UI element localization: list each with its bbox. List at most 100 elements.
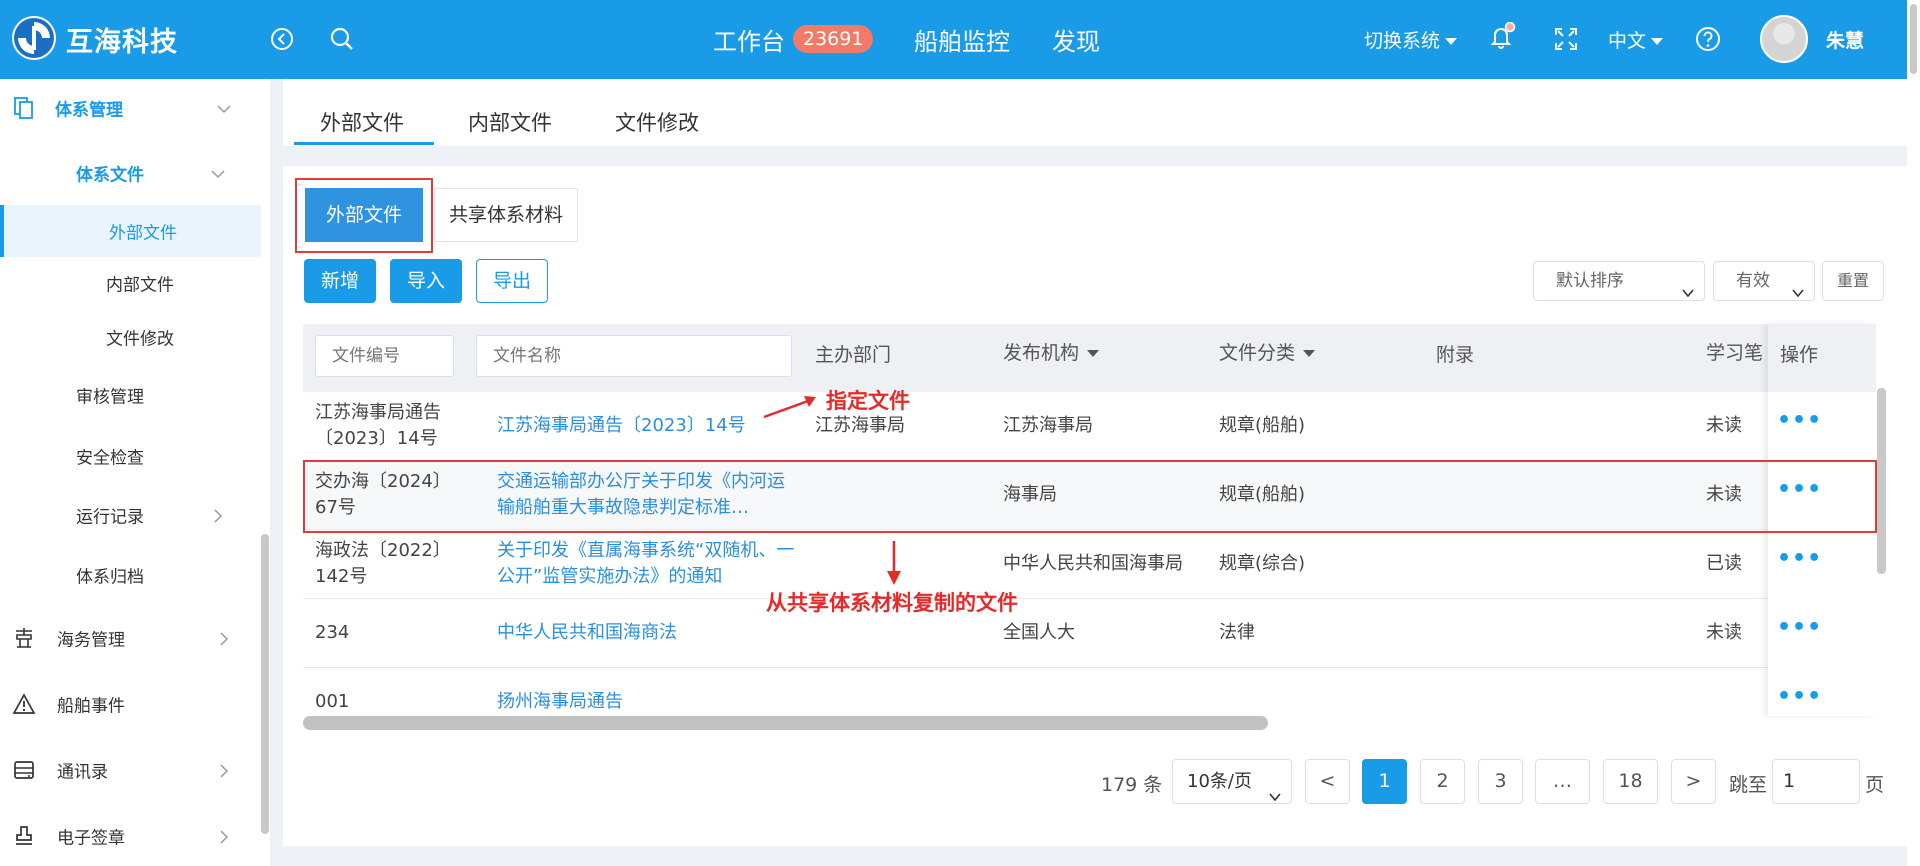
- next-page-button[interactable]: >: [1671, 759, 1716, 804]
- page-size-value: 10条/页: [1187, 771, 1252, 792]
- more-actions-icon[interactable]: •••: [1777, 408, 1822, 433]
- more-actions-icon[interactable]: •••: [1777, 546, 1822, 571]
- doc-name-link[interactable]: 中华人民共和国海商法: [497, 620, 677, 646]
- column-header-dept: 主办部门: [815, 344, 892, 366]
- import-button[interactable]: 导入: [390, 259, 462, 303]
- sidebar-item-safety-check[interactable]: 安全检查: [0, 430, 261, 482]
- nav-ship-monitor[interactable]: 船舶监控: [914, 22, 1010, 57]
- more-actions-icon[interactable]: •••: [1777, 615, 1822, 640]
- action-column-header: 操作: [1768, 324, 1876, 392]
- read-status: 未读: [1706, 622, 1742, 643]
- sidebar-module-label: 电子签章: [57, 828, 125, 849]
- category: 法律: [1219, 622, 1255, 643]
- add-button[interactable]: 新增: [304, 259, 376, 303]
- prev-page-button[interactable]: <: [1305, 759, 1350, 804]
- page-button[interactable]: 18: [1603, 759, 1658, 804]
- doc-number: 江苏海事局通告〔2023〕14号: [315, 402, 441, 449]
- user-name[interactable]: 朱慧: [1826, 26, 1864, 53]
- window-scrollbar[interactable]: [1907, 0, 1920, 866]
- sidebar-group-system-mgmt[interactable]: 体系管理: [0, 82, 261, 134]
- sidebar-module-label: 通讯录: [57, 762, 108, 783]
- nav-discover[interactable]: 发现: [1052, 22, 1100, 57]
- sidebar-scrollbar[interactable]: [261, 534, 269, 834]
- sidebar-item-internal-files[interactable]: 内部文件: [0, 257, 261, 309]
- language-dropdown[interactable]: 中文: [1608, 26, 1664, 53]
- pagination-total: 179 条: [1101, 774, 1163, 796]
- bell-icon[interactable]: [1487, 21, 1516, 50]
- sidebar-module-contacts[interactable]: 通讯录: [0, 744, 261, 796]
- help-icon[interactable]: [1694, 25, 1722, 53]
- more-actions-icon[interactable]: •••: [1777, 684, 1822, 709]
- table-row[interactable]: 001 扬州海事局通告: [303, 668, 1876, 716]
- stamp-icon: [12, 824, 36, 848]
- status-select-value: 有效: [1736, 271, 1770, 291]
- issuer: 中华人民共和国海事局: [1003, 553, 1183, 574]
- sidebar-item-file-revision[interactable]: 文件修改: [0, 311, 261, 363]
- sidebar-module-e-signature[interactable]: 电子签章: [0, 810, 261, 862]
- annotation-arrow: [763, 396, 816, 419]
- doc-name-link[interactable]: 关于印发《直属海事系统“双随机、一公开”监管实施办法》的通知: [497, 538, 795, 590]
- status-select[interactable]: 有效: [1713, 261, 1815, 301]
- jump-page-input[interactable]: 1: [1772, 759, 1860, 804]
- avatar[interactable]: [1760, 15, 1808, 63]
- switch-system-label: 切换系统: [1364, 30, 1441, 52]
- page-button[interactable]: 1: [1362, 759, 1407, 804]
- doc-name-filter-input[interactable]: [476, 335, 792, 377]
- sidebar-module-maritime[interactable]: 海务管理: [0, 612, 261, 664]
- sidebar-item-label: 审核管理: [76, 387, 144, 408]
- brand-name: 互海科技: [66, 27, 178, 58]
- export-button[interactable]: 导出: [476, 259, 548, 303]
- page-button[interactable]: 3: [1478, 759, 1523, 804]
- page-ellipsis[interactable]: …: [1535, 759, 1590, 804]
- table-vertical-scrollbar[interactable]: [1877, 388, 1886, 574]
- top-tabs: 外部文件 内部文件 文件修改: [283, 79, 1910, 146]
- sort-select[interactable]: 默认排序: [1533, 261, 1705, 301]
- sort-select-value: 默认排序: [1556, 271, 1624, 291]
- chevron-down-icon: [1682, 275, 1694, 298]
- sidebar-item-audit[interactable]: 审核管理: [0, 369, 261, 421]
- fullscreen-icon[interactable]: [1552, 25, 1580, 53]
- table-row[interactable]: 234 中华人民共和国海商法 全国人大 法律 未读: [303, 599, 1876, 668]
- sidebar-module-ship-events[interactable]: 船舶事件: [0, 678, 261, 730]
- nav-workbench[interactable]: 工作台: [713, 22, 785, 57]
- page-size-select[interactable]: 10条/页: [1172, 759, 1292, 804]
- search-icon[interactable]: [328, 25, 356, 53]
- doc-name-link[interactable]: 扬州海事局通告: [497, 689, 623, 715]
- column-header-category[interactable]: 文件分类: [1219, 338, 1316, 365]
- sidebar-item-run-records[interactable]: 运行记录: [0, 489, 261, 541]
- tab-external-files[interactable]: 外部文件: [320, 107, 404, 137]
- segment-shared-materials[interactable]: 共享体系材料: [434, 188, 578, 242]
- tab-internal-files[interactable]: 内部文件: [468, 107, 552, 137]
- table-row[interactable]: 海政法〔2022〕142号 关于印发《直属海事系统“双随机、一公开”监管实施办法…: [303, 530, 1876, 599]
- doc-name-link[interactable]: 江苏海事局通告〔2023〕14号: [497, 413, 746, 439]
- page-button[interactable]: 2: [1420, 759, 1465, 804]
- table-horizontal-scrollbar[interactable]: [303, 716, 1268, 730]
- reset-button[interactable]: 重置: [1822, 261, 1884, 301]
- sidebar-group-label: 体系管理: [55, 100, 123, 121]
- chevron-down-icon: [1269, 776, 1281, 802]
- column-header-category-label: 文件分类: [1219, 342, 1296, 364]
- jump-label: 跳至: [1729, 774, 1768, 796]
- workbench-count-badge: 23691: [793, 25, 874, 53]
- caret-down-icon: [1651, 38, 1664, 45]
- column-header-issuer[interactable]: 发布机构: [1003, 338, 1100, 365]
- sidebar-subgroup-system-files[interactable]: 体系文件: [0, 147, 261, 199]
- sidebar-item-archive[interactable]: 体系归档: [0, 549, 261, 601]
- filter-caret-icon: [1087, 350, 1100, 357]
- segment-external-files[interactable]: 外部文件: [305, 188, 423, 242]
- sidebar-item-external-files[interactable]: 外部文件: [0, 205, 261, 257]
- back-circle-icon[interactable]: [268, 25, 296, 53]
- chevron-right-icon: [217, 763, 231, 778]
- annotation-copied-file: 从共享体系材料复制的文件: [766, 591, 1018, 615]
- switch-system-dropdown[interactable]: 切换系统: [1364, 26, 1458, 53]
- jump-unit-label: 页: [1865, 774, 1885, 796]
- doc-number-filter-input[interactable]: [315, 335, 454, 377]
- window-scrollbar-thumb[interactable]: [1910, 4, 1917, 74]
- filter-caret-icon: [1303, 350, 1316, 357]
- sidebar-item-label: 运行记录: [76, 507, 144, 528]
- tab-file-revision[interactable]: 文件修改: [615, 107, 699, 137]
- chevron-right-icon: [211, 508, 225, 523]
- sidebar-module-label: 海务管理: [57, 630, 125, 651]
- table-row[interactable]: 江苏海事局通告〔2023〕14号 江苏海事局通告〔2023〕14号 江苏海事局 …: [303, 392, 1876, 461]
- address-book-icon: [12, 758, 36, 782]
